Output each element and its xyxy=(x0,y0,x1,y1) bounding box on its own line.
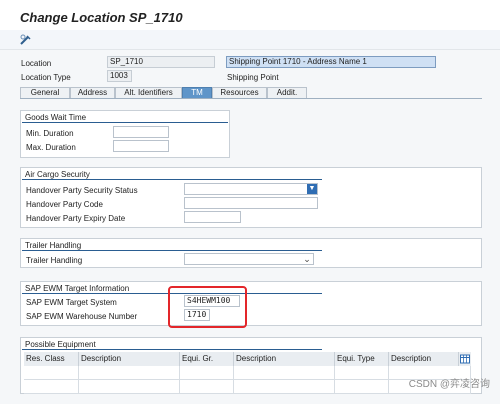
trailer-handling-label: Trailer Handling xyxy=(26,256,83,265)
location-type-label: Location Type xyxy=(21,73,71,82)
chevron-down-icon[interactable]: ⌄ xyxy=(301,253,313,265)
possible-equipment-title: Possible Equipment xyxy=(25,340,96,349)
goods-wait-time-title: Goods Wait Time xyxy=(25,113,87,122)
min-duration-field[interactable] xyxy=(113,126,169,138)
trailer-handling-select[interactable] xyxy=(184,253,314,265)
column-header-description[interactable]: Description xyxy=(389,352,459,366)
highlight-box xyxy=(168,286,247,328)
table-cell[interactable] xyxy=(24,366,79,380)
page-title: Change Location SP_1710 xyxy=(20,10,183,25)
column-header-equi-type[interactable]: Equi. Type xyxy=(335,352,389,366)
group-rule xyxy=(22,349,322,350)
column-header-description[interactable]: Description xyxy=(79,352,180,366)
handover-party-expiry-label: Handover Party Expiry Date xyxy=(26,214,126,223)
location-type-text: Shipping Point xyxy=(227,73,279,82)
table-cell[interactable] xyxy=(335,380,389,394)
location-field: SP_1710 xyxy=(107,56,215,68)
ewm-target-title: SAP EWM Target Information xyxy=(25,284,130,293)
table-cell[interactable] xyxy=(180,380,234,394)
table-cell[interactable] xyxy=(234,366,335,380)
handover-party-code-field[interactable] xyxy=(184,197,318,209)
location-type-field: 1003 xyxy=(107,70,132,82)
group-rule xyxy=(22,122,228,123)
tab-divider xyxy=(20,98,482,99)
security-status-field[interactable] xyxy=(184,183,318,195)
max-duration-label: Max. Duration xyxy=(26,143,76,152)
trailer-handling-title: Trailer Handling xyxy=(25,241,82,250)
security-status-label: Handover Party Security Status xyxy=(26,186,138,195)
location-label: Location xyxy=(21,59,52,68)
ewm-warehouse-number-label: SAP EWM Warehouse Number xyxy=(26,312,138,321)
ewm-target-system-label: SAP EWM Target System xyxy=(26,298,117,307)
location-description-field[interactable]: Shipping Point 1710 - Address Name 1 xyxy=(226,56,436,68)
table-cell[interactable] xyxy=(79,380,180,394)
table-settings-icon[interactable] xyxy=(459,352,471,366)
group-rule xyxy=(22,179,322,180)
column-header-description[interactable]: Description xyxy=(234,352,335,366)
column-header-equi-gr[interactable]: Equi. Gr. xyxy=(180,352,234,366)
air-cargo-security-title: Air Cargo Security xyxy=(25,170,90,179)
table-cell[interactable] xyxy=(79,366,180,380)
toolbar xyxy=(0,30,500,50)
table-cell[interactable] xyxy=(335,366,389,380)
watermark: CSDN @弈凌咨询 xyxy=(408,379,490,390)
column-header-res-class[interactable]: Res. Class xyxy=(24,352,79,366)
min-duration-label: Min. Duration xyxy=(26,129,74,138)
display-change-icon[interactable] xyxy=(19,33,33,47)
chevron-down-icon[interactable]: ▼ xyxy=(307,184,317,194)
group-rule xyxy=(22,250,322,251)
table-cell[interactable] xyxy=(234,380,335,394)
table-cell[interactable] xyxy=(180,366,234,380)
handover-party-expiry-field[interactable] xyxy=(184,211,241,223)
handover-party-code-label: Handover Party Code xyxy=(26,200,103,209)
max-duration-field[interactable] xyxy=(113,140,169,152)
table-cell[interactable] xyxy=(24,380,79,394)
